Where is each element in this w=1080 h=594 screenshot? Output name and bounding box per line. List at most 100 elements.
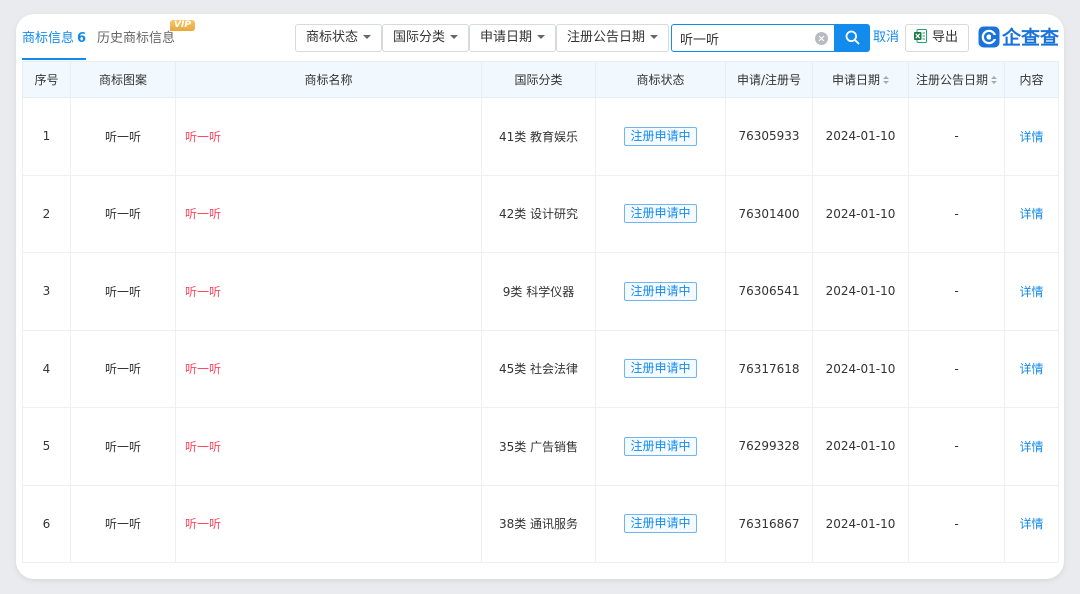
cell-image: 听一听 xyxy=(70,484,176,563)
cell-class: 38类 通讯服务 xyxy=(481,484,596,563)
cell-reg-no: 76301400 xyxy=(725,174,813,253)
status-badge: 注册申请中 xyxy=(624,359,697,379)
cell-index: 2 xyxy=(22,174,71,253)
table-row: 5 听一听 听一听 35类 广告销售 注册申请中 76299328 2024-0… xyxy=(22,407,1059,486)
trademark-table: 序号 商标图案 商标名称 国际分类 商标状态 申请/注册号 申请日期 注册公告日… xyxy=(22,61,1059,563)
cell-index: 4 xyxy=(22,329,71,408)
cell-status: 注册申请中 xyxy=(595,407,726,486)
cell-status: 注册申请中 xyxy=(595,252,726,331)
cell-status: 注册申请中 xyxy=(595,484,726,563)
cell-reg-no: 76317618 xyxy=(725,329,813,408)
vip-badge: VIP xyxy=(170,20,195,31)
export-label: 导出 xyxy=(932,30,959,45)
filter-class-dropdown[interactable]: 国际分类 xyxy=(382,24,470,52)
cell-status: 注册申请中 xyxy=(595,329,726,408)
sort-icon[interactable] xyxy=(991,76,997,85)
search-button[interactable] xyxy=(835,24,870,52)
export-button[interactable]: 导出 xyxy=(905,24,969,52)
col-header-reg-no: 申请/注册号 xyxy=(725,61,813,98)
table-header-row: 序号 商标图案 商标名称 国际分类 商标状态 申请/注册号 申请日期 注册公告日… xyxy=(22,61,1059,98)
clear-icon[interactable] xyxy=(815,32,828,45)
cell-announce-date: - xyxy=(908,97,1005,176)
detail-link[interactable]: 详情 xyxy=(1019,130,1043,144)
detail-link[interactable]: 详情 xyxy=(1019,362,1043,376)
excel-icon xyxy=(914,27,927,43)
cell-apply-date: 2024-01-10 xyxy=(812,484,909,563)
search-input[interactable] xyxy=(672,25,808,51)
cell-announce-date: - xyxy=(908,174,1005,253)
filter-announce-date-dropdown[interactable]: 注册公告日期 xyxy=(556,24,670,52)
cell-name[interactable]: 听一听 xyxy=(175,252,482,331)
cell-action: 详情 xyxy=(1004,252,1059,331)
col-header-index: 序号 xyxy=(22,61,71,98)
status-badge: 注册申请中 xyxy=(624,436,697,456)
cell-status: 注册申请中 xyxy=(595,174,726,253)
cell-index: 5 xyxy=(22,407,71,486)
chevron-down-icon xyxy=(363,35,372,39)
cell-image: 听一听 xyxy=(70,252,176,331)
cell-action: 详情 xyxy=(1004,329,1059,408)
filter-status-dropdown[interactable]: 商标状态 xyxy=(295,24,383,52)
cell-name[interactable]: 听一听 xyxy=(175,174,482,253)
cell-action: 详情 xyxy=(1004,484,1059,563)
cell-reg-no: 76299328 xyxy=(725,407,813,486)
tab-history-label: 历史商标信息 xyxy=(97,31,176,46)
col-header-apply-date-label: 申请日期 xyxy=(831,73,880,87)
cell-announce-date: - xyxy=(908,252,1005,331)
sort-icon[interactable] xyxy=(883,76,889,85)
table-row: 3 听一听 听一听 9类 科学仪器 注册申请中 76306541 2024-01… xyxy=(22,252,1059,331)
col-header-class: 国际分类 xyxy=(481,61,596,98)
cell-image: 听一听 xyxy=(70,407,176,486)
cell-image: 听一听 xyxy=(70,174,176,253)
status-badge: 注册申请中 xyxy=(624,126,697,146)
cell-name[interactable]: 听一听 xyxy=(175,329,482,408)
cell-name[interactable]: 听一听 xyxy=(175,97,482,176)
status-badge: 注册申请中 xyxy=(624,281,697,301)
col-header-announce-date-label: 注册公告日期 xyxy=(915,73,988,87)
qichacha-logo: 企查查 xyxy=(978,24,1059,52)
col-header-announce-date[interactable]: 注册公告日期 xyxy=(908,61,1005,98)
detail-link[interactable]: 详情 xyxy=(1019,207,1043,221)
cell-class: 9类 科学仪器 xyxy=(481,252,596,331)
tab-trademark-count: 6 xyxy=(77,31,87,46)
cell-index: 3 xyxy=(22,252,71,331)
col-header-name: 商标名称 xyxy=(175,61,482,98)
cell-apply-date: 2024-01-10 xyxy=(812,174,909,253)
col-header-status: 商标状态 xyxy=(595,61,726,98)
filter-status-label: 商标状态 xyxy=(306,30,359,45)
detail-link[interactable]: 详情 xyxy=(1019,517,1043,531)
cancel-search-link[interactable]: 取消 xyxy=(873,24,899,52)
cell-apply-date: 2024-01-10 xyxy=(812,97,909,176)
chevron-down-icon xyxy=(450,35,459,39)
cell-index: 1 xyxy=(22,97,71,176)
cell-reg-no: 76316867 xyxy=(725,484,813,563)
table-row: 1 听一听 听一听 41类 教育娱乐 注册申请中 76305933 2024-0… xyxy=(22,97,1059,176)
col-header-apply-date[interactable]: 申请日期 xyxy=(812,61,909,98)
cell-class: 42类 设计研究 xyxy=(481,174,596,253)
col-header-action: 内容 xyxy=(1004,61,1059,98)
cell-reg-no: 76305933 xyxy=(725,97,813,176)
chevron-down-icon xyxy=(537,35,546,39)
cell-name[interactable]: 听一听 xyxy=(175,407,482,486)
cell-apply-date: 2024-01-10 xyxy=(812,329,909,408)
cell-index: 6 xyxy=(22,484,71,563)
detail-link[interactable]: 详情 xyxy=(1019,285,1043,299)
cell-action: 详情 xyxy=(1004,407,1059,486)
cell-apply-date: 2024-01-10 xyxy=(812,252,909,331)
cell-class: 35类 广告销售 xyxy=(481,407,596,486)
status-badge: 注册申请中 xyxy=(624,204,697,224)
search-box xyxy=(671,24,835,52)
filter-apply-date-label: 申请日期 xyxy=(480,30,533,45)
cell-image: 听一听 xyxy=(70,329,176,408)
cell-apply-date: 2024-01-10 xyxy=(812,407,909,486)
col-header-image: 商标图案 xyxy=(70,61,176,98)
trademark-panel: 商标信息6 历史商标信息 VIP 商标状态 国际分类 申请日期 注册公告日期 取… xyxy=(16,14,1064,579)
cell-announce-date: - xyxy=(908,329,1005,408)
logo-text: 企查查 xyxy=(1002,27,1060,49)
cell-action: 详情 xyxy=(1004,174,1059,253)
filter-apply-date-dropdown[interactable]: 申请日期 xyxy=(469,24,557,52)
cell-action: 详情 xyxy=(1004,97,1059,176)
detail-link[interactable]: 详情 xyxy=(1019,440,1043,454)
cell-name[interactable]: 听一听 xyxy=(175,484,482,563)
cell-image: 听一听 xyxy=(70,97,176,176)
